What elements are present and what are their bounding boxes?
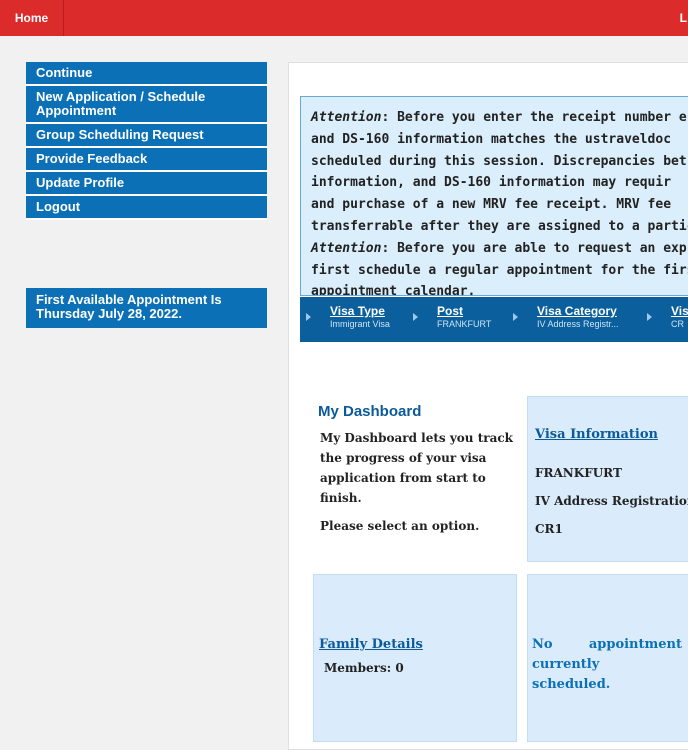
visa-information-card: Visa Information FRANKFURT IV Address Re… <box>527 396 688 562</box>
attention-line: transferrable after they are assigned to… <box>311 218 688 234</box>
family-details-link[interactable]: Family Details <box>319 637 423 652</box>
application-steps-bar: Visa Type Immigrant Visa Post FRANKFURT … <box>300 297 688 342</box>
dashboard-intro: My Dashboard lets you track the progress… <box>320 431 513 505</box>
sidebar-item-new-application[interactable]: New Application / Schedule Appointment <box>26 86 267 124</box>
visa-post: FRANKFURT <box>535 466 622 480</box>
sidebar-item-continue[interactable]: Continue <box>26 62 267 86</box>
visa-category: IV Address Registration <box>535 494 688 508</box>
sidebar-item-update-profile[interactable]: Update Profile <box>26 172 267 196</box>
attention-line: appointment calendar. <box>311 284 476 296</box>
appointment-status: No appointment currently scheduled. <box>532 637 682 692</box>
top-nav-bar: Home L <box>0 0 688 36</box>
attention-line: scheduled during this session. Discrepan… <box>311 153 687 169</box>
dashboard-description: My Dashboard lets you track the progress… <box>320 428 520 544</box>
family-members-count: Members: 0 <box>324 661 404 675</box>
visa-info-details: FRANKFURT IV Address Registration CR1 <box>535 459 688 543</box>
step-visa-class[interactable]: Vis CR <box>647 304 688 330</box>
sidebar-item-provide-feedback[interactable]: Provide Feedback <box>26 148 267 172</box>
sidebar-item-logout[interactable]: Logout <box>26 196 267 220</box>
chevron-right-icon <box>513 313 518 321</box>
step-title: Visa Type <box>330 304 385 318</box>
step-visa-category[interactable]: Visa Category IV Address Registr... <box>513 304 619 330</box>
attention-line: first schedule a regular appointment for… <box>311 262 688 278</box>
attention-label: Attention <box>311 240 382 256</box>
attention-line: information, and DS-160 information may … <box>311 175 672 191</box>
visa-class: CR1 <box>535 522 563 536</box>
step-title: Vis <box>671 304 688 318</box>
step-title: Visa Category <box>537 304 617 318</box>
appointment-card: No appointment currently scheduled. <box>527 574 688 742</box>
chevron-right-icon <box>306 313 311 321</box>
dashboard-prompt: Please select an option. <box>320 519 480 533</box>
step-visa-type[interactable]: Visa Type Immigrant Visa <box>306 304 390 330</box>
step-value: IV Address Registr... <box>537 319 619 329</box>
step-title: Post <box>437 304 464 318</box>
step-value: CR <box>671 319 684 329</box>
step-post[interactable]: Post FRANKFURT <box>413 304 492 330</box>
sidebar-menu: Continue New Application / Schedule Appo… <box>26 62 267 220</box>
attention-label: Attention <box>311 110 382 125</box>
attention-line: : Before you are able to request an exp <box>381 240 687 256</box>
chevron-right-icon <box>413 313 418 321</box>
step-value: Immigrant Visa <box>330 319 390 329</box>
attention-line: : Before you enter the receipt number e <box>381 110 687 125</box>
top-right-link[interactable]: L <box>680 0 688 36</box>
dashboard-title: My Dashboard <box>318 403 422 420</box>
attention-message: Attention: Before you enter the receipt … <box>300 96 688 296</box>
first-available-notice: First Available Appointment Is Thursday … <box>26 288 267 328</box>
step-value: FRANKFURT <box>437 319 492 329</box>
attention-line: and DS-160 information matches the ustra… <box>311 131 672 147</box>
visa-information-link[interactable]: Visa Information <box>535 427 658 442</box>
family-details-card: Family Details Members: 0 <box>313 574 517 742</box>
attention-line: and purchase of a new MRV fee receipt. M… <box>311 197 672 213</box>
sidebar-item-group-scheduling[interactable]: Group Scheduling Request <box>26 124 267 148</box>
chevron-right-icon <box>647 313 652 321</box>
home-link[interactable]: Home <box>0 0 64 36</box>
